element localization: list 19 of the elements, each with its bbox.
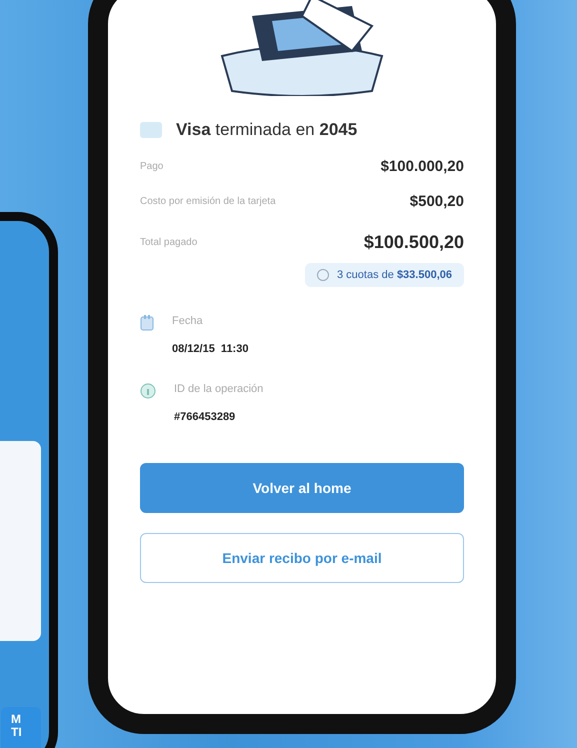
amount-label: Pago — [140, 161, 164, 172]
email-receipt-button[interactable]: Enviar recibo por e-mail — [140, 533, 464, 583]
tile[interactable]: M TI — [1, 707, 41, 748]
detail-value: #766453289 — [174, 411, 236, 423]
detail-label: ID de la operación — [174, 383, 264, 395]
calendar-icon — [140, 315, 154, 331]
amount-value: $100.500,20 — [364, 232, 464, 253]
card-summary: Visa terminada en 2045 — [176, 120, 358, 140]
card-icon — [140, 122, 162, 138]
clock-icon — [317, 269, 329, 281]
amount-value: $500,20 — [410, 193, 464, 210]
detail-value: 08/12/15 11:30 — [172, 343, 248, 355]
detail-label: Fecha — [172, 315, 204, 327]
amount-label: Total pagado — [140, 237, 198, 248]
home-button[interactable]: Volver al home — [140, 463, 464, 513]
amount-value: $100.000,20 — [380, 158, 464, 175]
info-icon — [140, 383, 156, 399]
amount-label: Costo por emisión de la tarjeta — [140, 196, 276, 207]
installments-text: 3 cuotas de $33.500,06 — [337, 269, 452, 281]
